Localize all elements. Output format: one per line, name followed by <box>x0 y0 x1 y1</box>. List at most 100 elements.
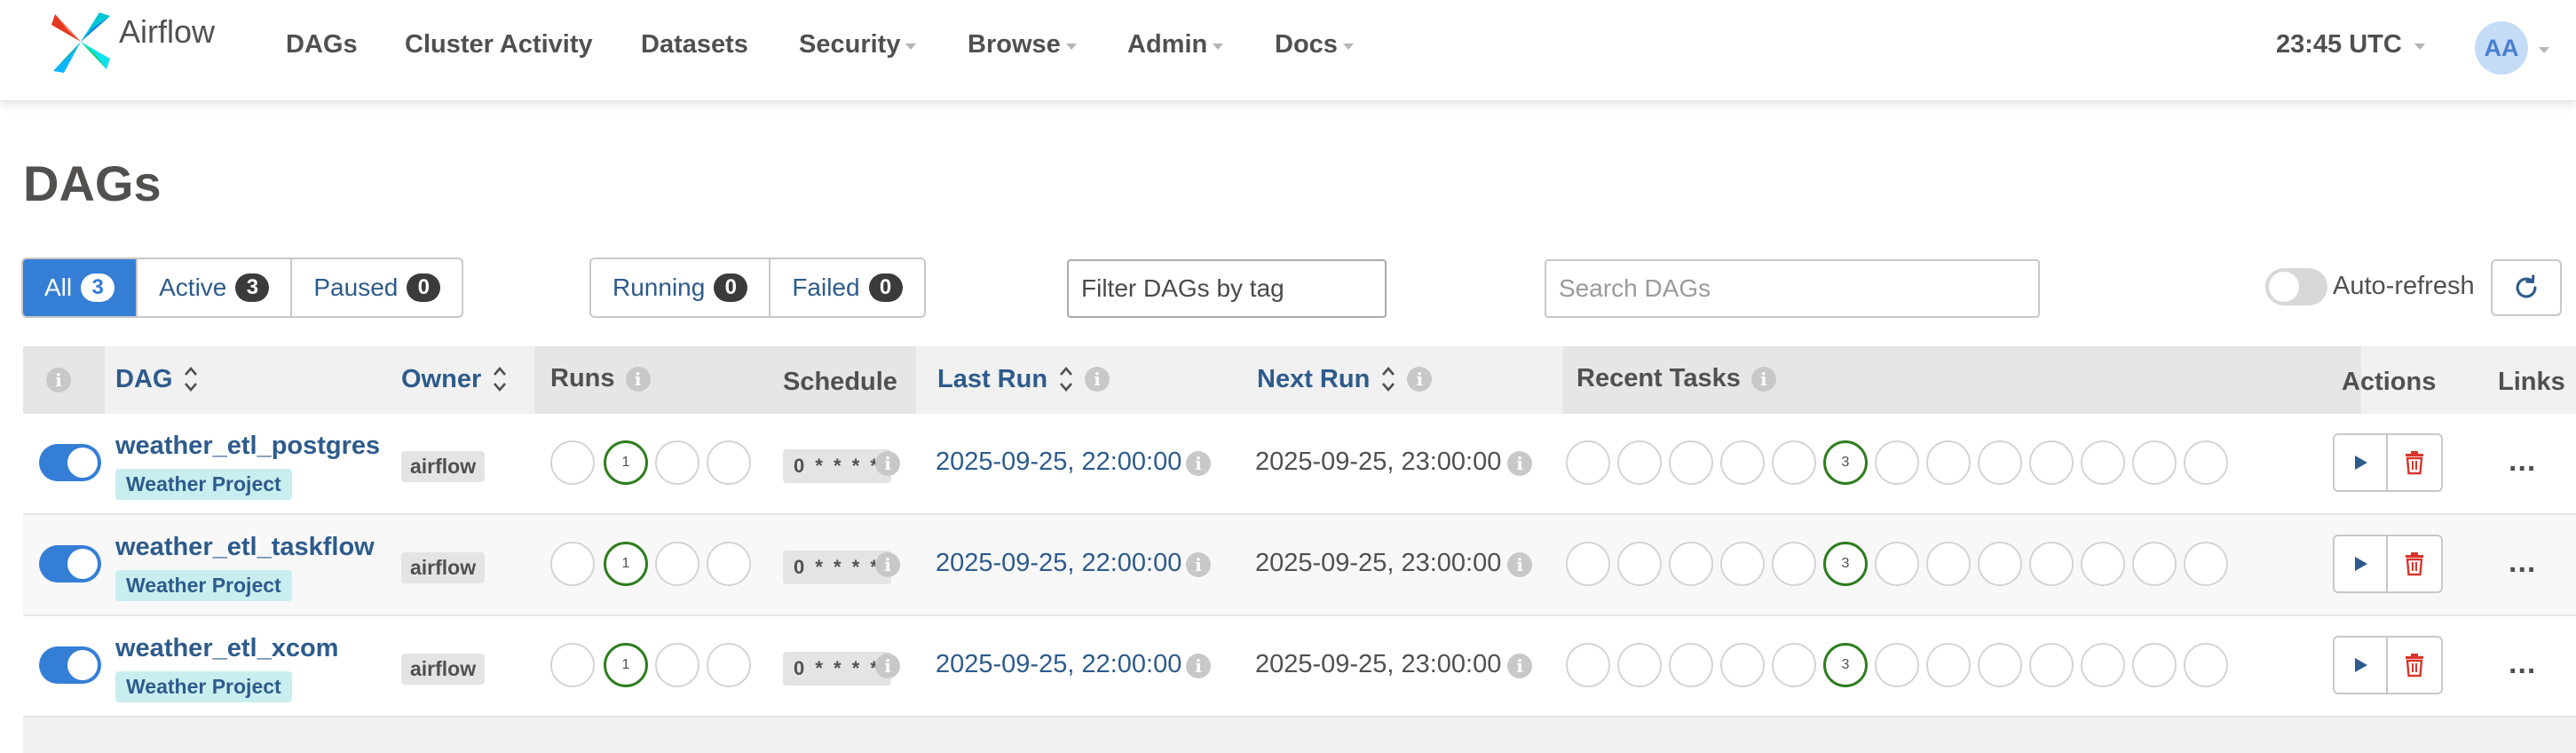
header-label: Schedule <box>783 368 897 396</box>
dag-id-link[interactable]: weather_etl_xcom <box>115 634 338 663</box>
nav-docs[interactable]: Docs <box>1275 30 1354 59</box>
info-icon[interactable]: i <box>1507 552 1532 577</box>
info-icon[interactable]: i <box>875 451 900 476</box>
delete-dag-button[interactable] <box>2388 536 2441 591</box>
task-state-circle <box>2081 542 2125 586</box>
run-success-circle[interactable]: 1 <box>604 643 648 687</box>
dag-tag[interactable]: Weather Project <box>115 570 292 601</box>
trash-icon <box>2406 552 2423 576</box>
info-icon[interactable]: i <box>1750 366 1776 392</box>
delete-dag-button[interactable] <box>2388 435 2441 490</box>
task-state-circle <box>1669 542 1713 586</box>
task-state-circle <box>1875 542 1919 586</box>
links-menu-button[interactable]: ... <box>2509 545 2536 580</box>
count-badge: 3 <box>81 273 115 302</box>
run-state-circle <box>550 440 595 485</box>
owner-badge[interactable]: airflow <box>401 552 486 583</box>
pause-toggle[interactable] <box>39 545 101 583</box>
task-state-circle <box>1617 440 1662 485</box>
task-success-circle[interactable]: 3 <box>1823 542 1868 586</box>
nav-docs-label: Docs <box>1275 30 1338 59</box>
count-badge: 0 <box>714 273 748 302</box>
info-icon[interactable]: i <box>1186 654 1211 678</box>
dag-tag[interactable]: Weather Project <box>115 671 292 702</box>
task-state-circle <box>2029 542 2074 586</box>
nav-admin[interactable]: Admin <box>1127 30 1224 59</box>
nav-security-label: Security <box>799 30 901 59</box>
task-state-circle <box>2184 440 2228 485</box>
info-icon[interactable]: i <box>875 552 900 577</box>
filter-failed-label: Failed <box>792 273 860 301</box>
trigger-dag-button[interactable] <box>2335 638 2388 693</box>
run-state-circle <box>655 643 699 687</box>
trigger-dag-button[interactable] <box>2335 536 2388 591</box>
last-run-link[interactable]: 2025-09-25, 22:00:00 <box>936 448 1181 477</box>
dag-id-link[interactable]: weather_etl_taskflow <box>115 533 375 562</box>
pause-toggle[interactable] <box>39 646 101 684</box>
run-state-circle <box>550 542 595 586</box>
refresh-button[interactable] <box>2491 259 2562 316</box>
delete-dag-button[interactable] <box>2388 638 2441 693</box>
info-icon[interactable]: i <box>875 654 900 678</box>
run-success-circle[interactable]: 1 <box>604 542 648 586</box>
task-state-circle <box>2184 643 2228 687</box>
info-icon[interactable]: i <box>1407 367 1433 392</box>
info-icon[interactable]: i <box>1507 451 1532 476</box>
header-label: Last Run <box>937 364 1048 393</box>
dag-id-link[interactable]: weather_etl_postgres <box>115 432 380 461</box>
auto-refresh-toggle[interactable] <box>2265 268 2327 305</box>
task-success-circle[interactable]: 3 <box>1823 440 1868 485</box>
owner-badge[interactable]: airflow <box>401 451 486 482</box>
links-menu-button[interactable]: ... <box>2509 444 2536 479</box>
nav-datasets[interactable]: Datasets <box>641 30 748 59</box>
info-icon[interactable]: i <box>1507 654 1532 678</box>
task-success-circle[interactable]: 3 <box>1823 643 1868 687</box>
user-menu[interactable]: AA <box>2475 21 2549 75</box>
recent-tasks-header: Recent Tasks i <box>1576 364 1776 393</box>
runs-header: Runs i <box>550 364 651 393</box>
filter-paused-button[interactable]: Paused 0 <box>292 259 462 316</box>
count-badge: 0 <box>868 273 903 302</box>
brand[interactable]: Airflow <box>48 9 215 75</box>
search-input[interactable] <box>1545 259 2040 318</box>
info-icon[interactable]: i <box>1085 367 1110 392</box>
nav-security[interactable]: Security <box>799 30 917 59</box>
pause-toggle[interactable] <box>39 444 101 481</box>
actions-group <box>2333 535 2443 593</box>
dag-tag[interactable]: Weather Project <box>115 469 292 500</box>
info-icon[interactable]: i <box>625 366 651 392</box>
sort-next-run-header[interactable]: Next Run i <box>1257 364 1433 394</box>
nav-dags[interactable]: DAGs <box>286 30 358 59</box>
trash-icon <box>2406 451 2423 475</box>
chevron-down-icon <box>1065 44 1077 50</box>
next-run-value: 2025-09-25, 23:00:00 <box>1255 650 1502 678</box>
links-menu-button[interactable]: ... <box>2509 646 2536 681</box>
sort-dag-header[interactable]: DAG <box>115 364 199 394</box>
sort-last-run-header[interactable]: Last Run i <box>937 364 1110 394</box>
filter-running-button[interactable]: Running 0 <box>591 259 771 316</box>
trigger-dag-button[interactable] <box>2335 435 2388 490</box>
nav-cluster-activity[interactable]: Cluster Activity <box>405 30 593 59</box>
filter-failed-button[interactable]: Failed 0 <box>770 259 924 316</box>
run-state-circle <box>655 542 699 586</box>
nav-browse-label: Browse <box>968 30 1061 59</box>
nav-browse[interactable]: Browse <box>968 30 1077 59</box>
run-state-circle <box>707 643 751 687</box>
filter-active-button[interactable]: Active 3 <box>138 259 293 316</box>
info-icon[interactable]: i <box>1186 451 1211 476</box>
avatar: AA <box>2475 21 2528 75</box>
actions-header: Actions <box>2342 368 2436 397</box>
info-icon[interactable]: i <box>1186 552 1211 577</box>
info-header: i <box>46 368 71 392</box>
run-success-circle[interactable]: 1 <box>604 440 648 485</box>
last-run-link[interactable]: 2025-09-25, 22:00:00 <box>936 549 1181 578</box>
last-run-link[interactable]: 2025-09-25, 22:00:00 <box>936 650 1181 679</box>
owner-badge[interactable]: airflow <box>401 654 486 685</box>
task-state-circle <box>2029 440 2074 485</box>
run-state-filter-group: Running 0 Failed 0 <box>589 258 926 318</box>
timezone-menu[interactable]: 23:45 UTC <box>2276 30 2425 59</box>
filter-all-button[interactable]: All 3 <box>23 259 138 316</box>
sort-icon <box>1060 367 1073 392</box>
tag-filter-input[interactable] <box>1067 259 1387 318</box>
sort-owner-header[interactable]: Owner <box>401 364 508 394</box>
